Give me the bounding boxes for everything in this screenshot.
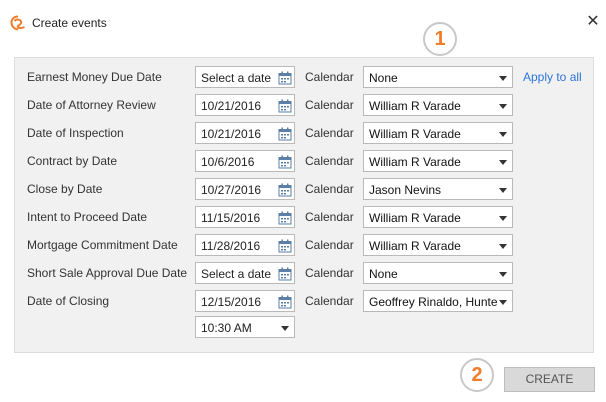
close-icon[interactable]: ✕ [584,13,602,31]
date-value: Select a date [201,71,272,85]
event-label: Intent to Proceed Date [27,210,148,224]
event-label: Date of Attorney Review [27,98,156,112]
chevron-down-icon [499,272,507,277]
calendar-select-value: William R Varade [369,211,461,225]
calendar-icon[interactable] [278,267,292,281]
date-value: 12/15/2016 [201,295,262,309]
event-label: Date of Inspection [27,126,124,140]
date-input[interactable]: 12/15/2016 [195,290,295,312]
calendar-label: Calendar [305,154,354,168]
chevron-down-icon [499,188,507,193]
calendar-icon[interactable] [278,239,292,253]
chevron-down-icon [499,76,507,81]
event-label: Date of Closing [27,294,110,308]
calendar-icon[interactable] [278,71,292,85]
calendar-select[interactable]: William R Varade [363,206,513,228]
calendar-select[interactable]: William R Varade [363,94,513,116]
calendar-select-value: William R Varade [369,155,461,169]
event-label: Contract by Date [27,154,118,168]
step-marker-2: 2 [460,358,494,392]
calendar-label: Calendar [305,266,354,280]
closing-time-select[interactable]: 10:30 AM [195,316,295,338]
date-input[interactable]: 10/6/2016 [195,150,295,172]
date-input[interactable]: 10/21/2016 [195,94,295,116]
calendar-select-value: None [369,267,398,281]
calendar-label: Calendar [305,238,354,252]
closing-time-value: 10:30 AM [201,321,252,335]
calendar-select[interactable]: William R Varade [363,150,513,172]
chevron-down-icon [499,132,507,137]
date-value: 11/15/2016 [201,211,261,225]
event-row-short-sale-approval: Short Sale Approval Due Date Select a da… [15,262,595,284]
event-row-mortgage-commitment: Mortgage Commitment Date 11/28/2016 Cale… [15,234,595,256]
calendar-label: Calendar [305,182,354,196]
calendar-icon[interactable] [278,99,292,113]
event-row-earnest-money: Earnest Money Due Date Select a date Cal… [15,66,595,88]
calendar-select[interactable]: William R Varade [363,122,513,144]
step-marker-1: 1 [423,22,457,56]
event-row-attorney-review: Date of Attorney Review 10/21/2016 Calen… [15,94,595,116]
calendar-icon[interactable] [278,183,292,197]
calendar-label: Calendar [305,210,354,224]
date-value: Select a date [201,267,272,281]
calendar-select-value: Geoffrey Rinaldo, Hunte [369,295,497,309]
calendar-icon[interactable] [278,127,292,141]
event-label: Earnest Money Due Date [27,70,162,84]
chevron-down-icon [499,160,507,165]
apply-to-all-link[interactable]: Apply to all [523,70,582,84]
calendar-label: Calendar [305,294,354,308]
chevron-down-icon [499,216,507,221]
calendar-icon[interactable] [278,295,292,309]
date-input[interactable]: Select a date [195,262,295,284]
date-value: 10/21/2016 [201,99,262,113]
calendar-select-value: Jason Nevins [369,183,442,197]
date-input[interactable]: 10/21/2016 [195,122,295,144]
title-bar: Create events ✕ [0,0,606,44]
chevron-down-icon [499,300,507,305]
event-row-close-by: Close by Date 10/27/2016 Calendar Jason … [15,178,595,200]
calendar-select[interactable]: William R Varade [363,234,513,256]
calendar-label: Calendar [305,98,354,112]
event-row-intent-to-proceed: Intent to Proceed Date 11/15/2016 Calend… [15,206,595,228]
app-logo-icon [10,15,25,31]
date-value: 10/27/2016 [201,183,262,197]
chevron-down-icon [281,326,289,331]
calendar-select-value: William R Varade [369,239,461,253]
event-label: Short Sale Approval Due Date [27,266,188,280]
events-panel: Earnest Money Due Date Select a date Cal… [14,57,594,353]
event-label: Close by Date [27,182,103,196]
calendar-icon[interactable] [278,155,292,169]
calendar-select[interactable]: Geoffrey Rinaldo, Hunte [363,290,513,312]
event-row-inspection: Date of Inspection 10/21/2016 Calendar W… [15,122,595,144]
chevron-down-icon [499,244,507,249]
calendar-select[interactable]: Jason Nevins [363,178,513,200]
date-input[interactable]: 11/15/2016 [195,206,295,228]
calendar-select-value: None [369,71,398,85]
calendar-select-value: William R Varade [369,127,461,141]
date-input[interactable]: 10/27/2016 [195,178,295,200]
date-value: 11/28/2016 [201,239,261,253]
event-label: Mortgage Commitment Date [27,238,178,252]
event-row-contract-by: Contract by Date 10/6/2016 Calendar Will… [15,150,595,172]
window-title: Create events [32,16,107,30]
create-button[interactable]: CREATE [504,367,595,392]
calendar-icon[interactable] [278,211,292,225]
calendar-label: Calendar [305,70,354,84]
event-row-date-of-closing: Date of Closing 12/15/2016 Calendar Geof… [15,290,595,312]
chevron-down-icon [499,104,507,109]
calendar-select[interactable]: None [363,262,513,284]
calendar-select[interactable]: None [363,66,513,88]
calendar-select-value: William R Varade [369,99,461,113]
date-value: 10/21/2016 [201,127,262,141]
date-input[interactable]: 11/28/2016 [195,234,295,256]
date-value: 10/6/2016 [201,155,255,169]
calendar-label: Calendar [305,126,354,140]
date-input[interactable]: Select a date [195,66,295,88]
